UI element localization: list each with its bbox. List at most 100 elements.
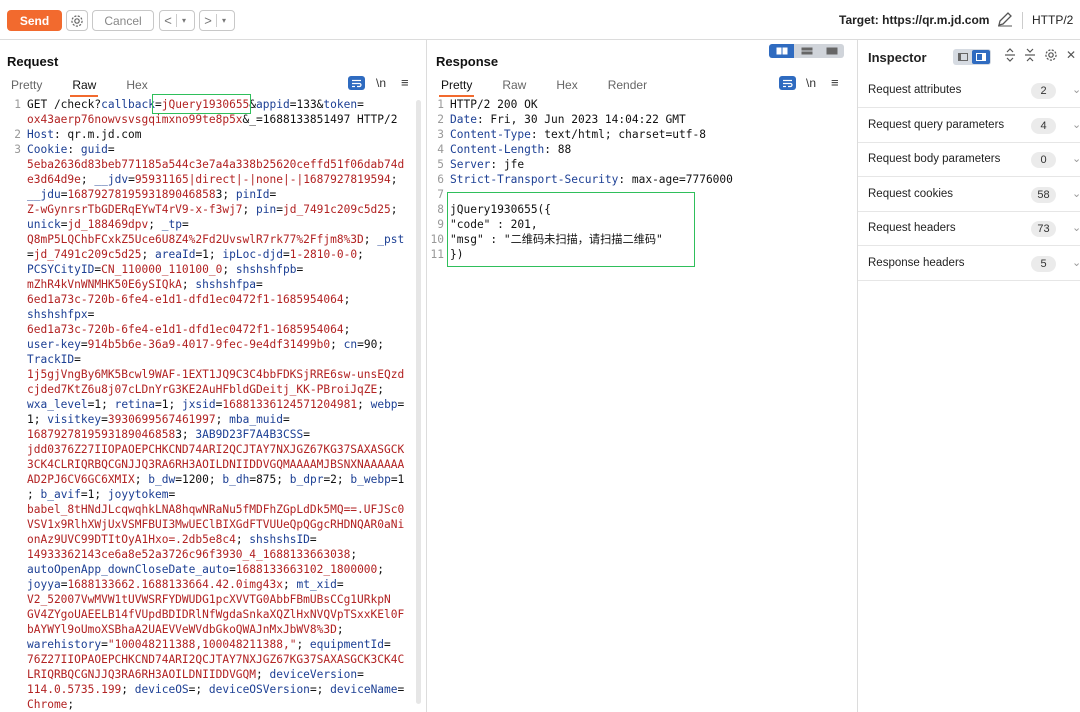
tab-raw[interactable]: Raw bbox=[500, 77, 528, 97]
code-line: 2 Host: qr.m.jd.com bbox=[7, 127, 404, 142]
code-value: ox43aerp76nowvsvsgqimxno99te8p5x bbox=[27, 113, 243, 126]
chevron-down-icon[interactable]: ⌄ bbox=[1072, 83, 1080, 96]
code-text: ; bbox=[242, 203, 257, 216]
code-text: : qr.m.jd.com bbox=[53, 128, 142, 141]
newline-toggle[interactable]: \n bbox=[806, 76, 816, 90]
tab-pretty[interactable]: Pretty bbox=[9, 77, 44, 97]
code-line: VSV1x9RlhXWjUxVSMFBUI3MwUEClBIXGdFTVUUeQ… bbox=[7, 517, 404, 532]
code-key: unick bbox=[27, 218, 61, 231]
chevron-down-icon[interactable]: ⌄ bbox=[1072, 152, 1080, 165]
code-value: Q8mP5LQChbFCxkZ5Uce6U8Z4%2Fd2UvswlR7rk77… bbox=[27, 233, 364, 246]
code-text: = bbox=[357, 98, 364, 111]
inspector-layout-toggle[interactable] bbox=[953, 49, 991, 65]
code-text: = bbox=[168, 488, 176, 501]
code-key: pin bbox=[256, 203, 277, 216]
inspector-row[interactable]: Response headers 5 ⌄ bbox=[858, 247, 1080, 281]
inspector-row[interactable]: Request body parameters 0 ⌄ bbox=[858, 143, 1080, 177]
inspector-row[interactable]: Request attributes 2 ⌄ bbox=[858, 74, 1080, 108]
code-text: ; bbox=[390, 173, 398, 186]
chevron-down-icon[interactable]: ⌄ bbox=[1072, 187, 1080, 200]
tab-render[interactable]: Render bbox=[606, 77, 649, 97]
line-number: 6 bbox=[437, 173, 444, 186]
inspector-row[interactable]: Request query parameters 4 ⌄ bbox=[858, 109, 1080, 143]
code-line: Chrome; bbox=[7, 697, 404, 712]
code-key: 3AB9D23F7A4B3CSS bbox=[195, 428, 304, 441]
code-key: equipmentId bbox=[309, 638, 385, 651]
code-text: ; bbox=[282, 578, 297, 591]
code-value: jd_188469dpv bbox=[67, 218, 149, 231]
code-value: Z-wGynrsrTbGDERqEYwT4rV9-x-f3wj7 bbox=[27, 203, 243, 216]
code-text: ; bbox=[181, 278, 196, 291]
edit-target-button[interactable] bbox=[996, 10, 1014, 33]
settings-button[interactable] bbox=[66, 10, 88, 31]
code-text: HTTP/2 200 OK bbox=[450, 98, 538, 111]
expand-icon[interactable] bbox=[1004, 48, 1016, 62]
chevron-down-icon[interactable]: ▾ bbox=[217, 16, 231, 25]
chevron-down-icon[interactable]: ⌄ bbox=[1072, 221, 1080, 234]
gear-icon[interactable] bbox=[1044, 48, 1058, 62]
inspector-row[interactable]: Request headers 73 ⌄ bbox=[858, 212, 1080, 246]
layout-tabs-button[interactable] bbox=[819, 44, 844, 58]
code-line: 5eba2636d83beb771185a544c3e7a4a338b25620… bbox=[7, 157, 404, 172]
code-value: 16881336124571204981 bbox=[222, 398, 358, 411]
tab-hex[interactable]: Hex bbox=[124, 77, 149, 97]
collapse-icon[interactable] bbox=[1024, 48, 1036, 62]
layout-stacked-button[interactable] bbox=[794, 44, 819, 58]
line-number: 7 bbox=[437, 188, 444, 201]
code-line: bAYWYl9oUmoXSBhaA2UAEVVeWVdbGkoQWAJnMxJb… bbox=[7, 622, 404, 637]
code-text: ; bbox=[377, 383, 384, 396]
cancel-button[interactable]: Cancel bbox=[92, 10, 154, 31]
code-value: bAYWYl9oUmoXSBhaA2UAEVVeWVdbGkoQWAJnMxJb… bbox=[27, 623, 337, 636]
menu-icon[interactable]: ≡ bbox=[831, 75, 839, 90]
code-text: = bbox=[269, 188, 277, 201]
code-line: warehistory="100048211388,100048211388,"… bbox=[7, 637, 404, 652]
code-key: areaId bbox=[155, 248, 196, 261]
forward-button[interactable]: > ▾ bbox=[199, 10, 235, 31]
code-text: ; bbox=[390, 203, 398, 216]
code-text: = bbox=[87, 308, 95, 321]
code-value: 114.0.5735.199 bbox=[27, 683, 122, 696]
layout-toggle[interactable] bbox=[769, 44, 844, 58]
code-key: __jdv bbox=[94, 173, 129, 186]
code-key: jxsid bbox=[181, 398, 216, 411]
code-text: =1; bbox=[87, 398, 115, 411]
code-text: ; bbox=[141, 248, 156, 261]
layout-side-by-side-button[interactable] bbox=[769, 44, 794, 58]
close-icon[interactable]: ✕ bbox=[1066, 48, 1076, 62]
tab-raw[interactable]: Raw bbox=[70, 77, 99, 97]
code-text: = bbox=[128, 173, 135, 186]
newline-toggle[interactable]: \n bbox=[376, 76, 386, 90]
code-text: : 88 bbox=[544, 143, 572, 156]
chevron-down-icon[interactable]: ⌄ bbox=[1072, 256, 1080, 269]
code-key: b_dpr bbox=[289, 473, 324, 486]
tab-pretty[interactable]: Pretty bbox=[439, 77, 475, 97]
list-icon bbox=[958, 53, 968, 61]
code-key: guid bbox=[80, 143, 108, 156]
inspector-row-count: 73 bbox=[1031, 221, 1056, 237]
code-key: PCSYCityID bbox=[27, 263, 95, 276]
request-editor[interactable]: 1 GET /check?callback=jQuery1930655&appid… bbox=[7, 97, 404, 712]
send-button[interactable]: Send bbox=[7, 10, 62, 31]
inspector-row-label: Request headers bbox=[868, 222, 956, 234]
request-scrollbar[interactable] bbox=[416, 100, 421, 704]
code-value: LRIQRBQCGNJJQ3RA6RH3AOILDNIIDDVGQM bbox=[27, 668, 257, 681]
chevron-down-icon[interactable]: ▾ bbox=[177, 16, 191, 25]
inspector-row-label: Request query parameters bbox=[868, 118, 1005, 131]
code-value: 1687927819593189046858 bbox=[27, 428, 176, 441]
back-button[interactable]: < ▾ bbox=[159, 10, 195, 31]
pencil-icon bbox=[998, 12, 1012, 27]
inspector-layout-a[interactable] bbox=[954, 50, 972, 64]
word-wrap-button[interactable] bbox=[348, 76, 365, 90]
code-text: = bbox=[397, 398, 405, 411]
inspector-actions: ✕ bbox=[1004, 48, 1076, 62]
menu-icon[interactable]: ≡ bbox=[401, 75, 409, 90]
code-key: wxa_level bbox=[27, 398, 88, 411]
code-key: appid bbox=[256, 98, 290, 111]
inspector-layout-b[interactable] bbox=[972, 50, 990, 64]
chevron-down-icon[interactable]: ⌄ bbox=[1072, 118, 1080, 131]
code-value: jd_7491c209c5d25 bbox=[33, 248, 142, 261]
word-wrap-button[interactable] bbox=[779, 76, 796, 90]
inspector-row[interactable]: Request cookies 58 ⌄ bbox=[858, 178, 1080, 212]
tab-hex[interactable]: Hex bbox=[554, 77, 579, 97]
code-text: &_=1688133851497 HTTP/2 bbox=[242, 113, 398, 126]
